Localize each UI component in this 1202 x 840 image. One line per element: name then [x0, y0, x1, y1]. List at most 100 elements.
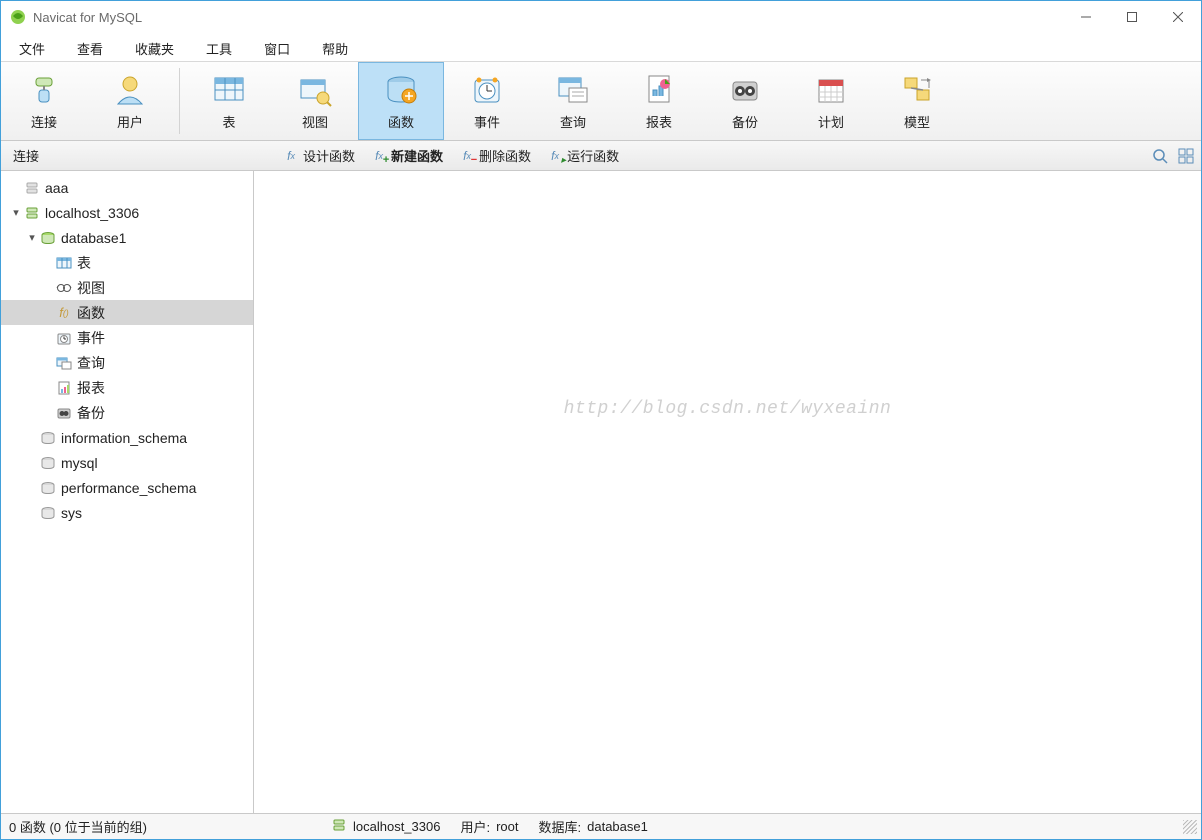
- backup-small-icon: [55, 405, 73, 421]
- tree-item-events[interactable]: 事件: [1, 325, 253, 350]
- chevron-down-icon[interactable]: ▾: [25, 231, 39, 244]
- connection-tree[interactable]: aaa ▾ localhost_3306 ▾ database1 表 视图 f(…: [1, 171, 254, 813]
- toolbar-reports-label: 报表: [646, 112, 672, 131]
- toolbar-schedule[interactable]: 计划: [788, 62, 874, 140]
- maximize-button[interactable]: [1109, 1, 1155, 33]
- tree-database1-label: database1: [61, 230, 126, 246]
- status-count: 0 函数 (0 位于当前的组): [1, 817, 331, 836]
- main-area: aaa ▾ localhost_3306 ▾ database1 表 视图 f(…: [1, 171, 1201, 813]
- tree-item-reports[interactable]: 报表: [1, 375, 253, 400]
- toolbar-reports[interactable]: 报表: [616, 62, 702, 140]
- calendar-icon: [813, 72, 849, 108]
- toolbar-users-label: 用户: [117, 112, 143, 131]
- toolbar-tables[interactable]: 表: [186, 62, 272, 140]
- tree-item-info-schema[interactable]: information_schema: [1, 425, 253, 450]
- tree-sys-label: sys: [61, 505, 82, 521]
- tree-backup-label: 备份: [77, 403, 105, 423]
- database-open-icon: [39, 230, 57, 246]
- sub-new-function[interactable]: fx+ 新建函数: [363, 144, 451, 167]
- database-icon: [39, 430, 57, 446]
- function-small-icon: f(): [55, 305, 73, 321]
- tree-item-mysql[interactable]: mysql: [1, 450, 253, 475]
- model-icon: [899, 72, 935, 108]
- toolbar-connect-label: 连接: [31, 112, 57, 131]
- menu-window[interactable]: 窗口: [248, 35, 306, 61]
- tree-tables-label: 表: [77, 253, 91, 273]
- tree-item-tables[interactable]: 表: [1, 250, 253, 275]
- status-user: root: [496, 819, 518, 834]
- view-icon: [297, 72, 333, 108]
- tree-views-label: 视图: [77, 278, 105, 298]
- status-connection: localhost_3306 用户: root 数据库: database1: [331, 817, 648, 836]
- database-icon: [39, 505, 57, 521]
- toolbar-views[interactable]: 视图: [272, 62, 358, 140]
- tree-item-aaa[interactable]: aaa: [1, 175, 253, 200]
- tree-info-schema-label: information_schema: [61, 430, 187, 446]
- grid-view-button[interactable]: [1177, 147, 1195, 165]
- table-icon: [211, 72, 247, 108]
- menu-file[interactable]: 文件: [3, 35, 61, 61]
- toolbar-tables-label: 表: [222, 112, 235, 131]
- fx-icon: fx: [283, 148, 299, 164]
- sub-design-label: 设计函数: [303, 146, 355, 165]
- minimize-button[interactable]: [1063, 1, 1109, 33]
- views-small-icon: [55, 280, 73, 296]
- sub-run-label: 运行函数: [567, 146, 619, 165]
- toolbar-events[interactable]: 事件: [444, 62, 530, 140]
- menu-help[interactable]: 帮助: [306, 35, 364, 61]
- toolbar-queries[interactable]: 查询: [530, 62, 616, 140]
- toolbar-separator: [179, 68, 180, 134]
- sub-new-label: 新建函数: [391, 146, 443, 165]
- user-icon: [112, 72, 148, 108]
- events-small-icon: [55, 330, 73, 346]
- toolbar-functions[interactable]: 函数: [358, 62, 444, 140]
- content-panel: http://blog.csdn.net/wyxeainn: [254, 171, 1201, 813]
- toolbar-queries-label: 查询: [560, 112, 586, 131]
- tree-item-localhost[interactable]: ▾ localhost_3306: [1, 200, 253, 225]
- fx-run-icon: fx▸: [547, 148, 563, 164]
- toolbar-connect[interactable]: 连接: [1, 62, 87, 140]
- sub-run-function[interactable]: fx▸ 运行函数: [539, 144, 627, 167]
- toolbar-backup[interactable]: 备份: [702, 62, 788, 140]
- resize-grip[interactable]: [1183, 820, 1197, 834]
- connection-off-icon: [23, 180, 41, 196]
- app-icon: [9, 8, 27, 26]
- toolbar-model-label: 模型: [904, 112, 930, 131]
- toolbar-model[interactable]: 模型: [874, 62, 960, 140]
- menu-favorites[interactable]: 收藏夹: [119, 35, 190, 61]
- search-button[interactable]: [1151, 147, 1169, 165]
- tree-aaa-label: aaa: [45, 180, 68, 196]
- chevron-down-icon[interactable]: ▾: [9, 206, 23, 219]
- toolbar-schedule-label: 计划: [818, 112, 844, 131]
- title-bar: Navicat for MySQL: [1, 1, 1201, 33]
- connection-small-icon: [331, 818, 347, 835]
- toolbar-views-label: 视图: [302, 112, 328, 131]
- tree-item-sys[interactable]: sys: [1, 500, 253, 525]
- tree-item-backup[interactable]: 备份: [1, 400, 253, 425]
- database-icon: [39, 480, 57, 496]
- tree-item-functions[interactable]: f() 函数: [1, 300, 253, 325]
- sub-design-function[interactable]: fx 设计函数: [275, 144, 363, 167]
- connection-on-icon: [23, 205, 41, 221]
- close-button[interactable]: [1155, 1, 1201, 33]
- tree-item-database1[interactable]: ▾ database1: [1, 225, 253, 250]
- report-icon: [641, 72, 677, 108]
- database-icon: [39, 455, 57, 471]
- queries-small-icon: [55, 355, 73, 371]
- plug-icon: [26, 72, 62, 108]
- tree-item-views[interactable]: 视图: [1, 275, 253, 300]
- reports-small-icon: [55, 380, 73, 396]
- sub-toolbar: 连接 fx 设计函数 fx+ 新建函数 fx− 删除函数 fx▸ 运行函数: [1, 141, 1201, 171]
- status-db-label: 数据库:: [539, 817, 582, 836]
- tree-reports-label: 报表: [77, 378, 105, 398]
- sub-delete-function[interactable]: fx− 删除函数: [451, 144, 539, 167]
- toolbar-events-label: 事件: [474, 112, 500, 131]
- tree-item-perf-schema[interactable]: performance_schema: [1, 475, 253, 500]
- toolbar-users[interactable]: 用户: [87, 62, 173, 140]
- menu-view[interactable]: 查看: [61, 35, 119, 61]
- backup-icon: [727, 72, 763, 108]
- status-host: localhost_3306: [353, 819, 440, 834]
- fx-delete-icon: fx−: [459, 148, 475, 164]
- menu-tools[interactable]: 工具: [190, 35, 248, 61]
- tree-item-queries[interactable]: 查询: [1, 350, 253, 375]
